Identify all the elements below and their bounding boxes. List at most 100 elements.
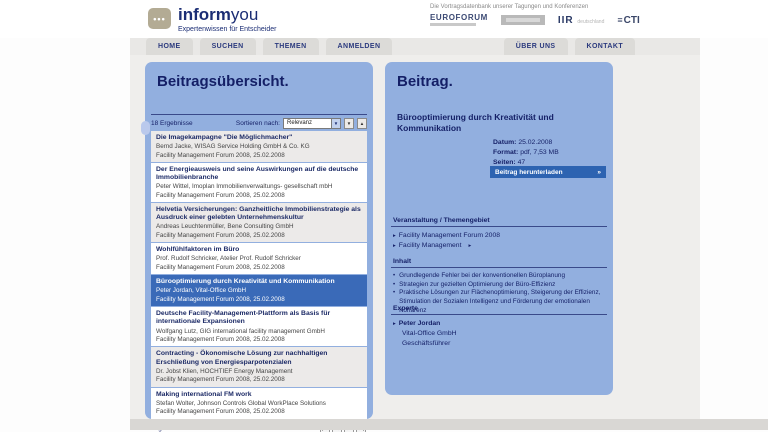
sort-select[interactable]: Relevanz ▼ <box>283 118 341 129</box>
partner-logos: Die Vortragsdatenbank unserer Tagungen u… <box>430 4 640 26</box>
event-link-forum-label: Facility Management Forum 2008 <box>399 231 500 241</box>
sort-label: Sortieren nach: <box>236 120 280 127</box>
result-title: Making international FM work <box>156 391 362 399</box>
content-area: Beitragsübersicht. 18 Ergebnisse Sortier… <box>130 55 700 419</box>
cti-logo[interactable]: ≡CTI <box>617 15 639 26</box>
detail-panel: Beitrag. Bürooptimierung durch Kreativit… <box>385 62 613 395</box>
euroforum-logo-tagline <box>430 23 476 26</box>
brand-logo[interactable]: ••• informyou Expertenwissen für Entsche… <box>148 6 276 33</box>
results-panel-title: Beitragsübersicht. <box>145 62 373 90</box>
detail-meta: Datum: 25.02.2008 Format: pdf, 7,53 MB S… <box>493 138 559 169</box>
result-title: Contracting - Ökonomische Lösung zur nac… <box>156 350 362 366</box>
result-row-7[interactable]: Contracting - Ökonomische Lösung zur nac… <box>151 347 367 386</box>
result-event: Facility Management Forum 2008, 25.02.20… <box>156 296 362 303</box>
section-experte: Experte ▸ Peter Jordan Vital-Office GmbH… <box>391 305 607 348</box>
result-event: Facility Management Forum 2008, 25.02.20… <box>156 152 362 159</box>
expert-company: Vital-Office GmbH <box>402 329 605 339</box>
result-row-5-selected[interactable]: Bürooptimierung durch Kreativität und Ko… <box>151 275 367 306</box>
link-arrow-icon: ▸ <box>393 320 396 328</box>
event-link-forum[interactable]: ▸ Facility Management Forum 2008 <box>393 231 605 241</box>
result-title: Die Imagekampagne "Die Möglichmacher" <box>156 134 362 142</box>
brand-name-light: you <box>231 5 258 24</box>
nav-tab-anmelden[interactable]: ANMELDEN <box>326 38 393 55</box>
result-row-6[interactable]: Deutsche Facility-Management-Plattform a… <box>151 307 367 346</box>
sort-ascending-button[interactable]: ▲ <box>357 118 367 129</box>
nav-tab-suchen[interactable]: SUCHEN <box>200 38 256 55</box>
result-author: Prof. Rudolf Schricker, Atelier Prof. Ru… <box>156 255 362 262</box>
partner-row: EUROFORUM IIR deutschland ≡CTI <box>430 14 640 26</box>
section-veranstaltung-body: ▸ Facility Management Forum 2008 ▸ Facil… <box>391 227 607 251</box>
result-title: Wohlfühlfaktoren im Büro <box>156 246 362 254</box>
iir-logo-sub: deutschland <box>577 19 604 25</box>
inhalt-bullet-2-text: Strategien zur gezielten Optimierung der… <box>399 281 555 290</box>
meta-datum-label: Datum: <box>493 139 516 146</box>
result-event: Facility Management Forum 2008, 25.02.20… <box>156 232 362 239</box>
result-author: Stefan Wolter, Johnson Controls Global W… <box>156 400 362 407</box>
expert-role: Geschäftsführer <box>402 339 605 349</box>
panel-collapse-handle[interactable] <box>141 121 150 135</box>
section-veranstaltung-title: Veranstaltung / Themengebiet <box>391 217 607 227</box>
footer-bar <box>130 419 768 430</box>
detail-heading: Bürooptimierung durch Kreativität und Ko… <box>397 112 575 134</box>
sort-descending-button[interactable]: ▼ <box>344 118 354 129</box>
euroforum-logo[interactable]: EUROFORUM <box>430 14 488 26</box>
nav-tab-themen[interactable]: THEMEN <box>263 38 319 55</box>
result-row-2[interactable]: Der Energieausweis und seine Auswirkunge… <box>151 163 367 202</box>
brand-text: informyou Expertenwissen für Entscheider <box>178 6 276 33</box>
results-list: Die Imagekampagne "Die Möglichmacher" Be… <box>151 131 367 419</box>
result-row-8[interactable]: Making international FM work Stefan Wolt… <box>151 388 367 419</box>
inhalt-bullet-1: • Grundlegende Fehler bei der konvention… <box>393 272 605 281</box>
bullet-icon: • <box>393 272 395 281</box>
partner-box-logo[interactable] <box>501 15 545 25</box>
main-nav: HOME SUCHEN THEMEN ANMELDEN ÜBER UNS KON… <box>130 38 700 55</box>
link-arrow-icon: ▸ <box>468 242 471 250</box>
cti-logo-text: CTI <box>624 15 640 26</box>
result-title: Helvetia Versicherungen: Ganzheitliche I… <box>156 206 362 222</box>
download-button-label: Beitrag herunterladen <box>495 169 563 176</box>
result-author: Peter Wittel, Imoplan Immobilienverwaltu… <box>156 183 362 190</box>
meta-format-label: Format: <box>493 149 518 156</box>
section-veranstaltung: Veranstaltung / Themengebiet ▸ Facility … <box>391 217 607 251</box>
euroforum-logo-text: EUROFORUM <box>430 13 488 22</box>
meta-format: Format: pdf, 7,53 MB <box>493 148 559 158</box>
inhalt-bullet-2: • Strategien zur gezielten Optimierung d… <box>393 281 605 290</box>
result-title: Bürooptimierung durch Kreativität und Ko… <box>156 278 362 286</box>
expert-name: Peter Jordan <box>399 319 441 329</box>
event-link-thema[interactable]: ▸ Facility Management ▸ <box>393 241 605 251</box>
result-author: Wolfgang Lutz, GIG international facilit… <box>156 328 362 335</box>
nav-tab-home[interactable]: HOME <box>146 38 193 55</box>
result-author: Peter Jordan, Vital-Office GmbH <box>156 287 362 294</box>
event-link-thema-label: Facility Management <box>399 241 462 251</box>
results-toolbar: 18 Ergebnisse Sortieren nach: Relevanz ▼… <box>151 114 367 129</box>
result-row-4[interactable]: Wohlfühlfaktoren im Büro Prof. Rudolf Sc… <box>151 243 367 274</box>
link-arrow-icon: ▸ <box>393 232 396 240</box>
cti-bars-icon: ≡ <box>617 15 622 25</box>
partner-box-logo-inner <box>506 18 540 22</box>
page: ••• informyou Expertenwissen für Entsche… <box>0 0 768 432</box>
result-author: Andreas Leuchtenmüller, Bene Consulting … <box>156 223 362 230</box>
result-event: Facility Management Forum 2008, 25.02.20… <box>156 408 362 415</box>
inhalt-bullet-1-text: Grundlegende Fehler bei der konventionel… <box>399 272 565 281</box>
sort-group: Sortieren nach: Relevanz ▼ ▼ ▲ <box>236 118 367 129</box>
nav-tab-ueber-uns[interactable]: ÜBER UNS <box>504 38 568 55</box>
result-title: Deutsche Facility-Management-Plattform a… <box>156 310 362 326</box>
result-title: Der Energieausweis und seine Auswirkunge… <box>156 166 362 182</box>
nav-tab-kontakt[interactable]: KONTAKT <box>575 38 636 55</box>
download-button[interactable]: Beitrag herunterladen » <box>490 166 606 178</box>
result-event: Facility Management Forum 2008, 25.02.20… <box>156 264 362 271</box>
results-panel: Beitragsübersicht. 18 Ergebnisse Sortier… <box>145 62 373 419</box>
logo-dots-icon: ••• <box>148 8 171 29</box>
iir-logo[interactable]: IIR deutschland <box>558 15 605 26</box>
result-event: Facility Management Forum 2008, 25.02.20… <box>156 376 362 383</box>
results-count: 18 Ergebnisse <box>151 120 193 127</box>
header: ••• informyou Expertenwissen für Entsche… <box>0 0 768 38</box>
result-event: Facility Management Forum 2008, 25.02.20… <box>156 192 362 199</box>
link-arrow-icon: ▸ <box>393 242 396 250</box>
section-inhalt-title: Inhalt <box>391 258 607 268</box>
expert-name-link[interactable]: ▸ Peter Jordan <box>393 319 605 329</box>
brand-name-bold: inform <box>178 5 231 24</box>
section-experte-body: ▸ Peter Jordan Vital-Office GmbH Geschäf… <box>391 315 607 348</box>
dropdown-arrow-icon[interactable]: ▼ <box>331 119 340 128</box>
result-row-3[interactable]: Helvetia Versicherungen: Ganzheitliche I… <box>151 203 367 242</box>
result-row-1[interactable]: Die Imagekampagne "Die Möglichmacher" Be… <box>151 131 367 162</box>
